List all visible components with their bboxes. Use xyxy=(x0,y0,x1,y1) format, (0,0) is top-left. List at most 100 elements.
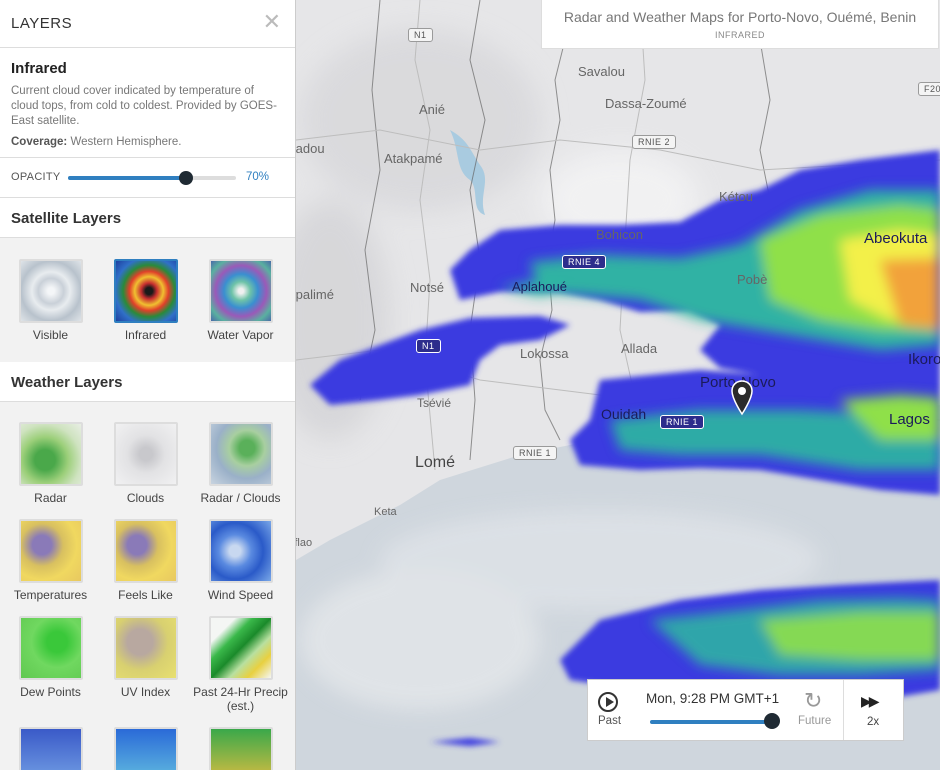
past-24hr-precip-thumbnail[interactable] xyxy=(208,616,273,680)
fast-forward-icon[interactable]: ▶▶ xyxy=(861,693,879,710)
opacity-value: 70% xyxy=(246,171,270,183)
road-shield: N1 xyxy=(408,28,433,42)
layer-tile-label: Wind Speed xyxy=(207,588,274,602)
coverage-label: Coverage: xyxy=(11,136,68,148)
map-subtitle: INFRARED xyxy=(714,30,765,40)
road-shield: RNIE 1 xyxy=(513,446,558,460)
city-label: Ouidah xyxy=(601,406,647,422)
map-header: Radar and Weather Maps for Porto-Novo, O… xyxy=(541,0,939,49)
more-layer-thumbnail[interactable] xyxy=(18,727,83,770)
divider xyxy=(843,680,844,740)
city-label: Notsé xyxy=(410,280,444,295)
layer-tile-water-vapor[interactable]: Water Vapor xyxy=(193,259,288,348)
layer-tile-label: Past 24-Hr Precip (est.) xyxy=(193,685,288,713)
weather-layers-title: Weather Layers xyxy=(0,362,295,402)
layer-coverage: Coverage: Western Hemisphere. xyxy=(11,135,284,150)
road-shield: N1 xyxy=(416,339,441,353)
satellite-layers-grid: Visible Infrared Water Vapor xyxy=(0,238,295,362)
city-label: Lagos xyxy=(889,411,930,428)
opacity-slider-handle[interactable] xyxy=(178,171,193,185)
playback-time: Mon, 9:28 PM GMT+1 xyxy=(646,691,780,706)
city-label: Keta xyxy=(374,506,397,518)
layer-tile-label: Clouds xyxy=(126,491,165,505)
layer-tile-label: Radar xyxy=(34,491,67,505)
city-label: Tsévié xyxy=(417,396,452,410)
panel-title: LAYERS xyxy=(11,15,73,32)
panel-header: LAYERS ✕ xyxy=(0,0,295,48)
timeline-handle[interactable] xyxy=(764,713,780,729)
coverage-value: Western Hemisphere. xyxy=(70,136,182,148)
water-vapor-thumbnail[interactable] xyxy=(208,259,273,323)
play-icon[interactable] xyxy=(598,692,618,712)
layer-tile-label: Feels Like xyxy=(118,588,173,602)
layer-tile-more[interactable] xyxy=(98,727,193,770)
satellite-layers-title: Satellite Layers xyxy=(0,198,295,238)
close-icon[interactable]: ✕ xyxy=(263,11,281,33)
layer-tile-label: Temperatures xyxy=(13,588,88,602)
city-label: Savalou xyxy=(578,64,625,79)
layer-tile-radar[interactable]: Radar xyxy=(3,422,98,505)
city-label: Allada xyxy=(621,341,658,356)
layer-tile-radar-clouds[interactable]: Radar / Clouds xyxy=(193,422,288,505)
radar-thumbnail[interactable] xyxy=(18,422,83,486)
city-label: Lokossa xyxy=(520,346,569,361)
layer-tile-feels-like[interactable]: Feels Like xyxy=(98,519,193,602)
layer-tile-infrared[interactable]: Infrared xyxy=(98,259,193,348)
city-label: Abeokuta xyxy=(864,230,928,247)
opacity-slider[interactable] xyxy=(68,171,236,185)
opacity-label: OPACITY xyxy=(11,171,61,183)
city-label: Anié xyxy=(419,102,446,117)
city-label: Dassa-Zoumé xyxy=(605,96,687,111)
city-label: Pobè xyxy=(737,272,768,287)
layer-name: Infrared xyxy=(11,60,67,77)
layer-tile-clouds[interactable]: Clouds xyxy=(98,422,193,505)
layer-tile-more[interactable] xyxy=(193,727,288,770)
layer-tile-past-24hr-precip[interactable]: Past 24-Hr Precip (est.) xyxy=(193,616,288,713)
road-shield: F20 xyxy=(918,82,940,96)
clouds-thumbnail[interactable] xyxy=(113,422,178,486)
layer-tile-visible[interactable]: Visible xyxy=(3,259,98,348)
timeline-slider[interactable] xyxy=(650,720,774,724)
past-label[interactable]: Past xyxy=(598,715,621,727)
refresh-icon[interactable]: ↻ xyxy=(804,690,822,712)
future-label[interactable]: Future xyxy=(798,715,831,727)
city-label: Bohicon xyxy=(596,227,643,242)
visible-thumbnail[interactable] xyxy=(18,259,83,323)
layer-tile-uv-index[interactable]: UV Index xyxy=(98,616,193,713)
layers-panel: LAYERS ✕ Infrared Current cloud cover in… xyxy=(0,0,296,770)
layer-info: Infrared Current cloud cover indicated b… xyxy=(0,48,295,158)
layer-tile-temperatures[interactable]: Temperatures xyxy=(3,519,98,602)
infrared-thumbnail[interactable] xyxy=(113,259,178,323)
opacity-slider-fill xyxy=(68,176,186,180)
city-label: Ikorodu xyxy=(908,351,940,368)
map-title: Radar and Weather Maps for Porto-Novo, O… xyxy=(563,9,917,25)
city-label: Atakpamé xyxy=(384,151,443,166)
road-shield: RNIE 2 xyxy=(632,135,677,149)
layer-tile-label: Water Vapor xyxy=(207,328,274,342)
road-shield: RNIE 1 xyxy=(660,415,705,429)
city-label: Aplahoué xyxy=(512,279,567,294)
feels-like-thumbnail[interactable] xyxy=(113,519,178,583)
location-pin-icon[interactable] xyxy=(731,380,753,416)
wind-speed-thumbnail[interactable] xyxy=(208,519,273,583)
layer-tile-label: Dew Points xyxy=(20,685,81,699)
layer-tile-dew-points[interactable]: Dew Points xyxy=(3,616,98,713)
playback-control: Past Mon, 9:28 PM GMT+1 ↻ Future ▶▶ 2x xyxy=(587,679,904,741)
temperatures-thumbnail[interactable] xyxy=(18,519,83,583)
more-layer-thumbnail[interactable] xyxy=(208,727,273,770)
dew-points-thumbnail[interactable] xyxy=(18,616,83,680)
layer-tile-more[interactable] xyxy=(3,727,98,770)
weather-layers-grid: Radar Clouds Radar / Clouds Temperatures… xyxy=(0,402,295,770)
layer-description: Current cloud cover indicated by tempera… xyxy=(11,85,277,127)
opacity-row: OPACITY 70% xyxy=(0,158,295,198)
radar-clouds-thumbnail[interactable] xyxy=(208,422,273,486)
layer-tile-label: Visible xyxy=(32,328,69,342)
speed-label[interactable]: 2x xyxy=(867,716,879,728)
layer-tile-label: UV Index xyxy=(120,685,171,699)
layer-tile-label: Radar / Clouds xyxy=(200,491,281,505)
more-layer-thumbnail[interactable] xyxy=(113,727,178,770)
city-label: Lomé xyxy=(415,454,456,471)
uv-index-thumbnail[interactable] xyxy=(113,616,178,680)
layer-tile-wind-speed[interactable]: Wind Speed xyxy=(193,519,288,602)
city-label: Kétou xyxy=(719,189,753,204)
